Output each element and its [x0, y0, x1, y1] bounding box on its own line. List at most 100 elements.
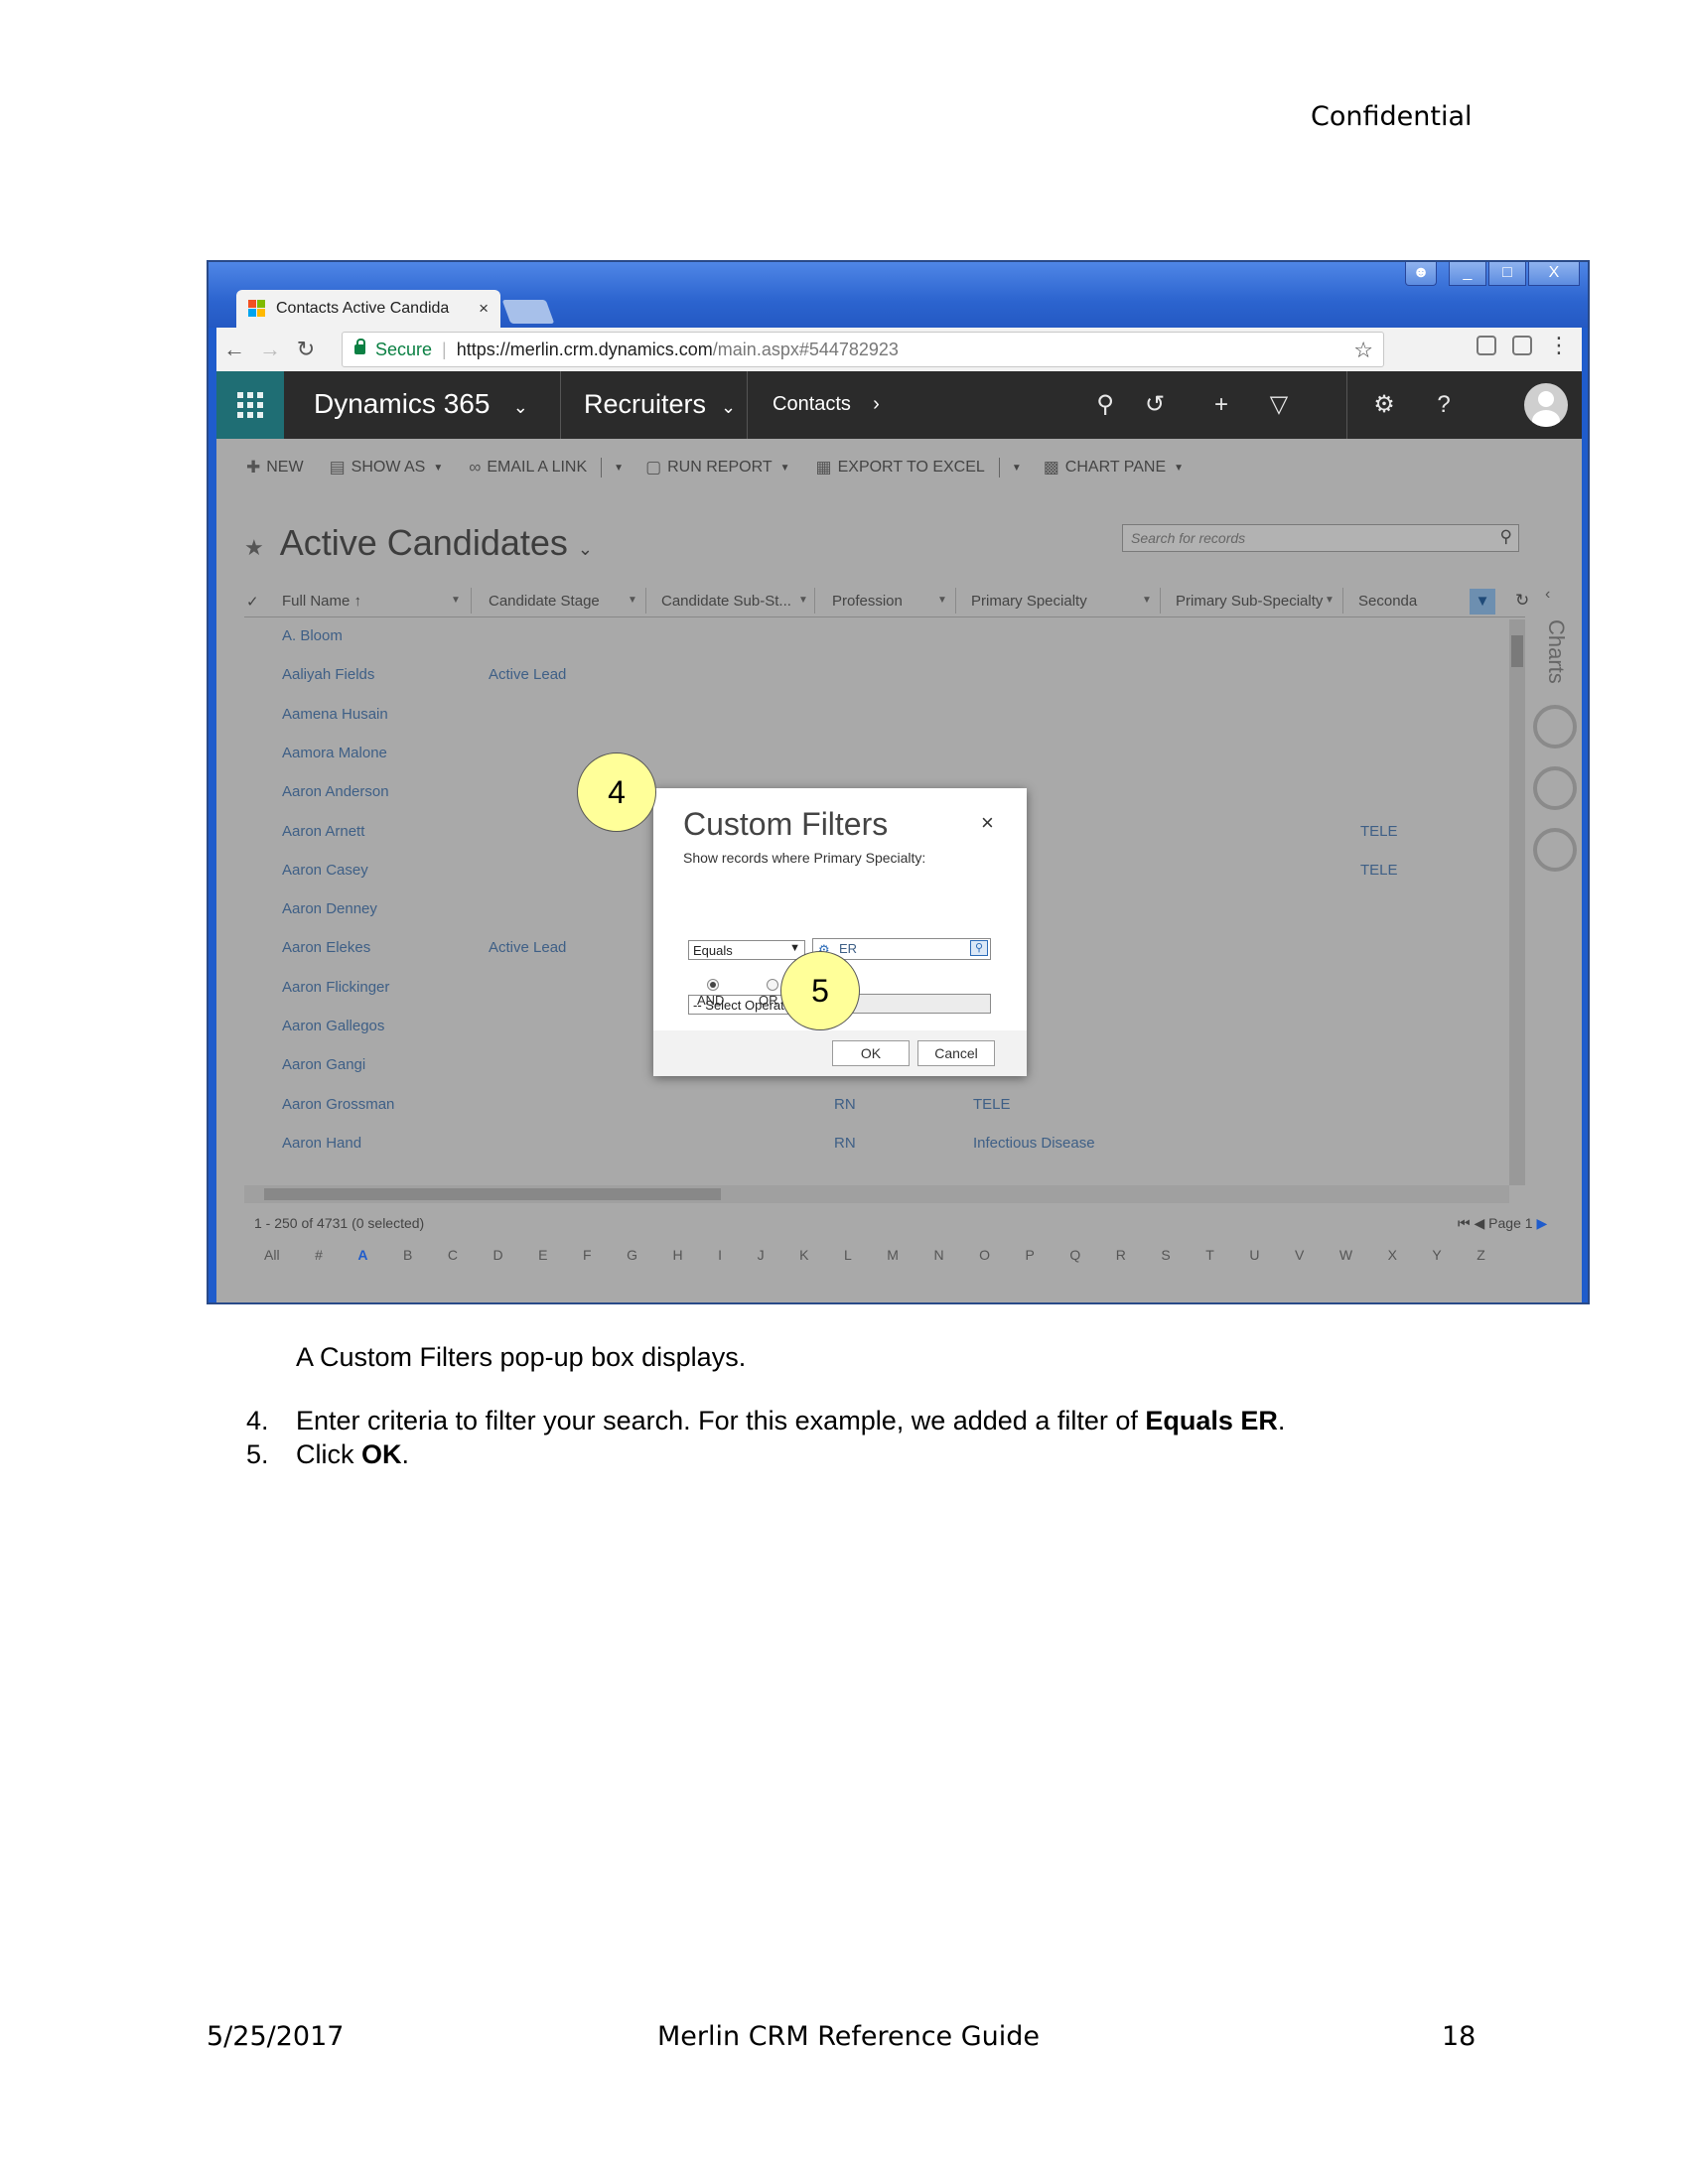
column-menu-icon[interactable]: ▼ — [798, 595, 808, 606]
prev-page-icon[interactable]: ◀ — [1475, 1215, 1485, 1231]
alphabet-letter[interactable]: H — [673, 1247, 683, 1263]
table-row[interactable]: A. Bloom — [244, 619, 1505, 658]
cancel-button[interactable]: Cancel — [917, 1040, 995, 1066]
cell-full-name[interactable]: Aaron Anderson — [282, 783, 389, 800]
more-dropdown[interactable]: ▼ — [614, 463, 624, 474]
url-field[interactable]: Secure | https://merlin.crm.dynamics.com… — [342, 332, 1384, 367]
filter-icon[interactable]: ▽ — [1259, 371, 1299, 439]
extension-icon[interactable] — [1477, 336, 1496, 355]
app-launcher-icon[interactable] — [216, 371, 284, 439]
alphabet-letter[interactable]: C — [448, 1247, 458, 1263]
table-row[interactable]: Aamora Malone — [244, 737, 1505, 775]
column-menu-icon[interactable]: ▼ — [451, 595, 461, 606]
cell-full-name[interactable]: Aaron Grossman — [282, 1096, 394, 1113]
alphabet-letter[interactable]: M — [887, 1247, 899, 1263]
alphabet-letter[interactable]: T — [1205, 1247, 1214, 1263]
charts-label[interactable]: Charts — [1543, 619, 1569, 684]
search-icon[interactable]: ⚲ — [1085, 371, 1125, 439]
alphabet-letter[interactable]: S — [1161, 1247, 1170, 1263]
ok-button[interactable]: OK — [832, 1040, 910, 1066]
and-radio[interactable] — [707, 979, 719, 991]
alphabet-letter[interactable]: Z — [1477, 1247, 1485, 1263]
alphabet-letter[interactable]: Y — [1432, 1247, 1441, 1263]
new-button[interactable]: ✚ NEW — [246, 458, 304, 478]
search-icon[interactable]: ⚲ — [1500, 527, 1512, 547]
history-icon[interactable]: ↺ — [1135, 371, 1175, 439]
lookup-icon[interactable]: ⚲ — [970, 940, 988, 956]
app-name[interactable]: Dynamics 365 ⌄ — [314, 371, 528, 439]
cell-full-name[interactable]: Aaron Arnett — [282, 823, 364, 840]
back-icon[interactable]: ← — [216, 337, 252, 362]
close-window-icon[interactable]: X — [1528, 262, 1580, 286]
alphabet-letter[interactable]: N — [933, 1247, 943, 1263]
alphabet-letter[interactable]: U — [1249, 1247, 1259, 1263]
cell-full-name[interactable]: Aaron Flickinger — [282, 979, 389, 996]
cell-full-name[interactable]: Aaron Gallegos — [282, 1018, 384, 1034]
add-icon[interactable]: + — [1201, 371, 1241, 439]
new-tab-button[interactable] — [501, 300, 555, 324]
scrollbar-thumb[interactable] — [264, 1188, 721, 1200]
view-selector[interactable]: ★ Active Candidates ⌄ — [244, 522, 593, 564]
help-icon[interactable]: ? — [1424, 371, 1464, 439]
user-icon[interactable]: ☻ — [1405, 262, 1437, 286]
select-all-checkbox[interactable]: ✓ — [246, 593, 259, 611]
table-row[interactable]: Aamena Husain — [244, 698, 1505, 737]
alphabet-letter[interactable]: D — [493, 1247, 503, 1263]
chevron-left-icon[interactable]: ‹ — [1545, 586, 1550, 604]
minimize-icon[interactable]: _ — [1449, 262, 1486, 286]
column-candidate-stage[interactable]: Candidate Stage — [489, 593, 600, 610]
forward-icon[interactable]: → — [252, 337, 288, 362]
horizontal-scrollbar[interactable] — [244, 1185, 1509, 1203]
cell-full-name[interactable]: Aaron Denney — [282, 900, 377, 917]
cell-full-name[interactable]: Aaron Casey — [282, 862, 368, 879]
browser-menu-icon[interactable]: ⋮ — [1548, 335, 1570, 356]
export-excel-button[interactable]: ▦ EXPORT TO EXCEL — [816, 458, 985, 478]
filter-icon[interactable]: ▼ — [1470, 589, 1495, 614]
cell-full-name[interactable]: Aaron Gangi — [282, 1056, 365, 1073]
alphabet-letter[interactable]: B — [403, 1247, 412, 1263]
scrollbar-thumb[interactable] — [1511, 635, 1523, 667]
alphabet-letter[interactable]: Q — [1069, 1247, 1080, 1263]
extension-icon[interactable] — [1512, 336, 1532, 355]
run-report-button[interactable]: ▢ RUN REPORT ▼ — [645, 458, 789, 478]
operator-select[interactable]: Equals ▼ — [688, 940, 805, 960]
vertical-scrollbar[interactable] — [1509, 619, 1525, 1185]
browser-tab[interactable]: Contacts Active Candida × — [236, 290, 500, 328]
bar-chart-icon[interactable] — [1533, 705, 1577, 749]
first-page-icon[interactable]: ⏮ — [1458, 1215, 1471, 1231]
email-link-button[interactable]: ∞ EMAIL A LINK — [469, 458, 587, 478]
alphabet-letter[interactable]: F — [583, 1247, 592, 1263]
bookmark-star-icon[interactable]: ☆ — [1353, 338, 1373, 363]
column-full-name[interactable]: Full Name ↑ — [282, 593, 361, 610]
alphabet-letter[interactable]: E — [538, 1247, 547, 1263]
maximize-icon[interactable]: □ — [1488, 262, 1526, 286]
cell-full-name[interactable]: Aamena Husain — [282, 706, 388, 723]
show-as-button[interactable]: ▤ SHOW AS ▼ — [330, 458, 444, 478]
alphabet-letter[interactable]: J — [758, 1247, 765, 1263]
column-primary-sub-specialty[interactable]: Primary Sub-Specialty — [1176, 593, 1323, 610]
reload-icon[interactable]: ↻ — [288, 337, 324, 362]
entity-menu[interactable]: Contacts › — [773, 371, 880, 439]
table-row[interactable]: Aaron Hand RN Infectious Disease — [244, 1127, 1505, 1165]
cell-full-name[interactable]: Aaron Hand — [282, 1135, 361, 1152]
alphabet-letter[interactable]: L — [844, 1247, 852, 1263]
chart-pane-button[interactable]: ▩ CHART PANE ▼ — [1044, 458, 1184, 478]
alphabet-letter[interactable]: G — [627, 1247, 637, 1263]
alphabet-letter[interactable]: P — [1025, 1247, 1034, 1263]
column-menu-icon[interactable]: ▼ — [937, 595, 947, 606]
pie-chart-icon[interactable] — [1533, 766, 1577, 810]
cell-full-name[interactable]: Aaliyah Fields — [282, 666, 374, 683]
alphabet-letter[interactable]: I — [718, 1247, 722, 1263]
column-secondary[interactable]: Seconda — [1358, 593, 1417, 610]
avatar[interactable] — [1524, 383, 1568, 427]
next-page-icon[interactable]: ▶ — [1536, 1215, 1547, 1231]
area-menu[interactable]: Recruiters ⌄ — [584, 371, 736, 439]
column-profession[interactable]: Profession — [832, 593, 903, 610]
alphabet-letter[interactable]: V — [1295, 1247, 1304, 1263]
cell-full-name[interactable]: A. Bloom — [282, 627, 343, 644]
pin-icon[interactable]: ★ — [244, 535, 264, 560]
table-row[interactable]: Aaron Grossman RN TELE — [244, 1088, 1505, 1127]
tab-close-icon[interactable]: × — [479, 299, 489, 319]
export-dropdown[interactable]: ▼ — [1012, 463, 1022, 474]
area-chart-icon[interactable] — [1533, 828, 1577, 872]
